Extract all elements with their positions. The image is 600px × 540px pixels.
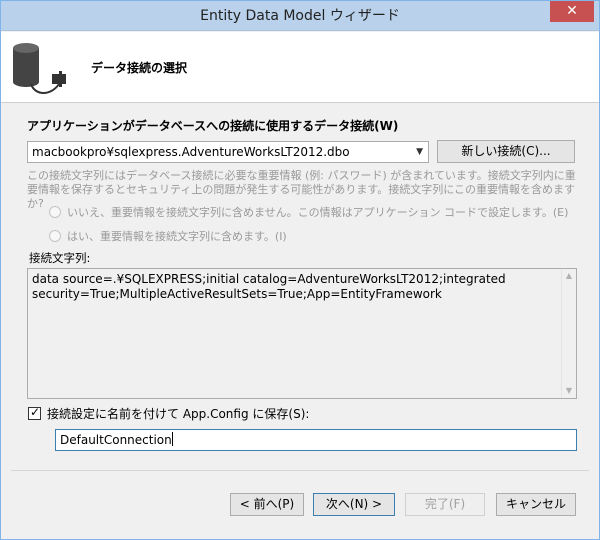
text-caret <box>171 432 173 446</box>
save-config-checkbox[interactable]: ✓ <box>28 405 41 420</box>
connection-string-textarea[interactable]: data source=.¥SQLEXPRESS;initial catalog… <box>27 268 577 399</box>
connection-label: アプリケーションがデータベースへの接続に使用するデータ接続(W) <box>27 119 399 133</box>
radio-exclude-label: いいえ、重要情報を接続文字列に含めません。この情報はアプリケーション コードで設… <box>67 206 569 219</box>
connection-string-label: 接続文字列: <box>29 251 91 265</box>
connection-select[interactable]: macbookpro¥sqlexpress.AdventureWorksLT20… <box>27 141 429 163</box>
cancel-button[interactable]: キャンセル <box>496 493 576 516</box>
chevron-down-icon[interactable]: ▼ <box>416 142 423 162</box>
radio-include-label: はい、重要情報を接続文字列に含めます。(I) <box>67 230 287 243</box>
database-plug-icon <box>13 43 66 94</box>
footer-divider <box>11 470 589 471</box>
scroll-down-icon[interactable]: ▼ <box>562 384 576 398</box>
window-title: Entity Data Model ウィザード <box>200 8 400 24</box>
radio-exclude-sensitive[interactable]: いいえ、重要情報を接続文字列に含めません。この情報はアプリケーション コードで設… <box>49 204 568 220</box>
connection-name-value: DefaultConnection <box>60 432 173 447</box>
close-button[interactable]: ✕ <box>550 1 594 22</box>
radio-circle-icon[interactable] <box>49 230 61 242</box>
back-button[interactable]: < 前へ(P) <box>230 493 304 516</box>
connection-select-value: macbookpro¥sqlexpress.AdventureWorksLT20… <box>32 145 350 159</box>
finish-button[interactable]: 完了(F) <box>405 493 485 516</box>
next-button[interactable]: 次へ(N) > <box>313 493 395 516</box>
connection-name-input[interactable]: DefaultConnection <box>55 429 577 451</box>
new-connection-button[interactable]: 新しい接続(C)... <box>437 140 575 163</box>
connection-string-value: data source=.¥SQLEXPRESS;initial catalog… <box>32 272 506 301</box>
radio-include-sensitive[interactable]: はい、重要情報を接続文字列に含めます。(I) <box>49 228 287 244</box>
page-title: データ接続の選択 <box>91 61 188 75</box>
checkmark-icon: ✓ <box>30 405 41 419</box>
vertical-scrollbar[interactable]: ▲ ▼ <box>561 269 576 398</box>
wizard-header: データ接続の選択 <box>1 32 599 103</box>
radio-circle-icon[interactable] <box>49 206 61 218</box>
save-config-checkbox-row[interactable]: ✓ 接続設定に名前を付けて App.Config に保存(S): <box>28 405 309 422</box>
save-config-label: 接続設定に名前を付けて App.Config に保存(S): <box>47 407 310 421</box>
title-bar[interactable]: Entity Data Model ウィザード ✕ <box>1 1 599 31</box>
scroll-up-icon[interactable]: ▲ <box>562 269 576 283</box>
wizard-window: Entity Data Model ウィザード ✕ データ接続の選択 アプリケー… <box>0 0 600 540</box>
